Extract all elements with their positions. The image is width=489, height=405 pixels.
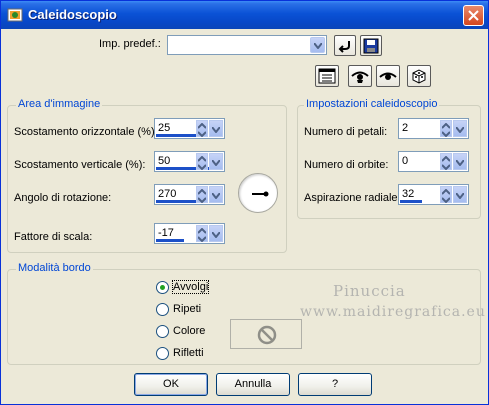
no-entry-icon xyxy=(257,325,277,345)
list-window-icon xyxy=(318,68,336,84)
field-value: 2 xyxy=(402,122,409,134)
settings-list-button[interactable] xyxy=(315,65,339,87)
chevron-down-icon[interactable] xyxy=(209,120,223,137)
preview-toggle-button[interactable] xyxy=(348,65,372,87)
border-mode-title: Modalità bordo xyxy=(16,262,93,274)
chevron-down-icon[interactable] xyxy=(453,120,467,137)
radio-button[interactable] xyxy=(156,325,169,338)
rotation-angle-input[interactable]: 270 xyxy=(154,184,225,205)
close-button[interactable] xyxy=(463,5,484,26)
rotation-dial[interactable] xyxy=(238,173,278,213)
field-label: Angolo di rotazione: xyxy=(14,192,112,204)
dialog-body: Imp. predef.: Area d'immagine Scostament… xyxy=(4,29,486,402)
spin-buttons[interactable] xyxy=(196,186,208,203)
window-title: Caleidoscopio xyxy=(28,7,117,22)
field-value: 0 xyxy=(402,155,409,167)
app-icon xyxy=(7,8,23,22)
load-preset-button[interactable] xyxy=(334,35,356,56)
chevron-down-icon[interactable] xyxy=(209,186,223,203)
value-bar xyxy=(156,239,184,242)
spin-buttons[interactable] xyxy=(440,153,452,170)
field-value: 270 xyxy=(158,188,177,200)
watermark-url: www.maidiregrafica.eu xyxy=(300,304,486,320)
radio-label: Avvolgi xyxy=(171,280,210,294)
horizontal-offset-input[interactable]: 25 xyxy=(154,118,225,139)
chevron-down-icon[interactable] xyxy=(209,225,223,242)
radial-suction-input[interactable]: 32 xyxy=(398,184,469,205)
orbits-input[interactable]: 0 xyxy=(398,151,469,172)
spin-buttons[interactable] xyxy=(440,120,452,137)
field-value: 50 xyxy=(158,155,171,167)
radio-button[interactable] xyxy=(156,281,169,294)
field-value: 25 xyxy=(158,122,171,134)
watermark-name: Pinuccia xyxy=(333,282,406,300)
help-button[interactable]: ? xyxy=(298,373,372,396)
value-bar xyxy=(400,200,422,203)
preview-eye-button[interactable] xyxy=(376,65,400,87)
undo-arrow-icon xyxy=(338,41,350,53)
radio-label: Rifletti xyxy=(173,347,204,359)
chevron-down-icon[interactable] xyxy=(310,37,325,53)
preset-label: Imp. predef.: xyxy=(99,38,161,50)
spin-buttons[interactable] xyxy=(196,153,208,170)
kaleidoscope-settings-title: Impostazioni caleidoscopio xyxy=(304,98,440,110)
spin-buttons[interactable] xyxy=(196,225,208,242)
save-disk-icon xyxy=(363,38,379,54)
eye-icon xyxy=(351,71,369,83)
chevron-down-icon[interactable] xyxy=(453,186,467,203)
close-icon xyxy=(468,10,479,21)
save-preset-button[interactable] xyxy=(360,35,382,56)
radio-label: Ripeti xyxy=(173,303,202,315)
field-label: Aspirazione radiale: xyxy=(304,192,401,204)
spin-buttons[interactable] xyxy=(440,186,452,203)
field-value: 32 xyxy=(402,188,415,200)
chevron-down-icon[interactable] xyxy=(209,153,223,170)
field-label: Fattore di scala: xyxy=(14,231,93,243)
dice-icon xyxy=(412,69,426,84)
field-label: Scostamento orizzontale (%): xyxy=(14,126,158,138)
field-value: -17 xyxy=(158,227,174,239)
scale-factor-input[interactable]: -17 xyxy=(154,223,225,244)
ok-button[interactable]: OK xyxy=(134,373,208,396)
chevron-down-icon[interactable] xyxy=(453,153,467,170)
radio-button[interactable] xyxy=(156,347,169,360)
image-area-title: Area d'immagine xyxy=(16,98,103,110)
randomize-button[interactable] xyxy=(407,65,431,87)
spin-buttons[interactable] xyxy=(196,120,208,137)
field-label: Numero di orbite: xyxy=(304,159,389,171)
petals-input[interactable]: 2 xyxy=(398,118,469,139)
field-label: Scostamento verticale (%): xyxy=(14,159,146,171)
title-bar[interactable]: Caleidoscopio xyxy=(1,1,488,29)
dialog-window: Caleidoscopio Imp. predef.: Area d'immag… xyxy=(0,0,489,405)
radio-label: Colore xyxy=(173,325,206,337)
preset-select[interactable] xyxy=(167,35,327,55)
color-swatch-disabled xyxy=(230,319,302,349)
angle-dial-icon xyxy=(252,191,269,197)
cancel-button[interactable]: Annulla xyxy=(216,373,290,396)
radio-button[interactable] xyxy=(156,303,169,316)
radio-selected-dot xyxy=(160,285,165,290)
field-label: Numero di petali: xyxy=(304,126,388,138)
vertical-offset-input[interactable]: 50 xyxy=(154,151,225,172)
eye-icon xyxy=(379,72,397,80)
